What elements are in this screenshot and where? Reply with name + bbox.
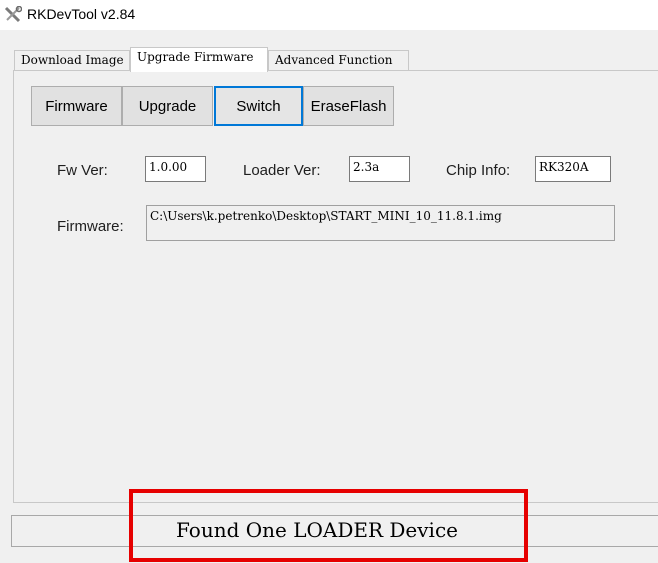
- upgrade-button[interactable]: Upgrade: [122, 86, 213, 126]
- fw-ver-field[interactable]: 1.0.00: [145, 156, 206, 182]
- chip-info-field[interactable]: RK320A: [535, 156, 611, 182]
- title-bar: RKDevTool v2.84: [0, 0, 658, 30]
- firmware-button[interactable]: Firmware: [31, 86, 122, 126]
- firmware-path-label: Firmware:: [57, 218, 124, 235]
- upgrade-firmware-panel: Firmware Upgrade Switch EraseFlash Fw Ve…: [13, 70, 658, 503]
- chip-info-label: Chip Info:: [446, 162, 511, 179]
- fw-ver-label: Fw Ver:: [57, 162, 108, 179]
- loader-ver-field[interactable]: 2.3a: [349, 156, 410, 182]
- window-title: RKDevTool v2.84: [27, 6, 136, 22]
- tab-upgrade-firmware[interactable]: Upgrade Firmware: [130, 47, 268, 72]
- highlight-annotation-box: [129, 489, 528, 562]
- tab-download-image[interactable]: Download Image: [14, 50, 130, 70]
- tab-advanced-function[interactable]: Advanced Function: [268, 50, 409, 70]
- eraseflash-button[interactable]: EraseFlash: [303, 86, 394, 126]
- firmware-path-field[interactable]: C:\Users\k.petrenko\Desktop\START_MINI_1…: [146, 205, 615, 241]
- loader-ver-label: Loader Ver:: [243, 162, 321, 179]
- tools-icon: [4, 5, 23, 24]
- switch-button[interactable]: Switch: [214, 86, 303, 126]
